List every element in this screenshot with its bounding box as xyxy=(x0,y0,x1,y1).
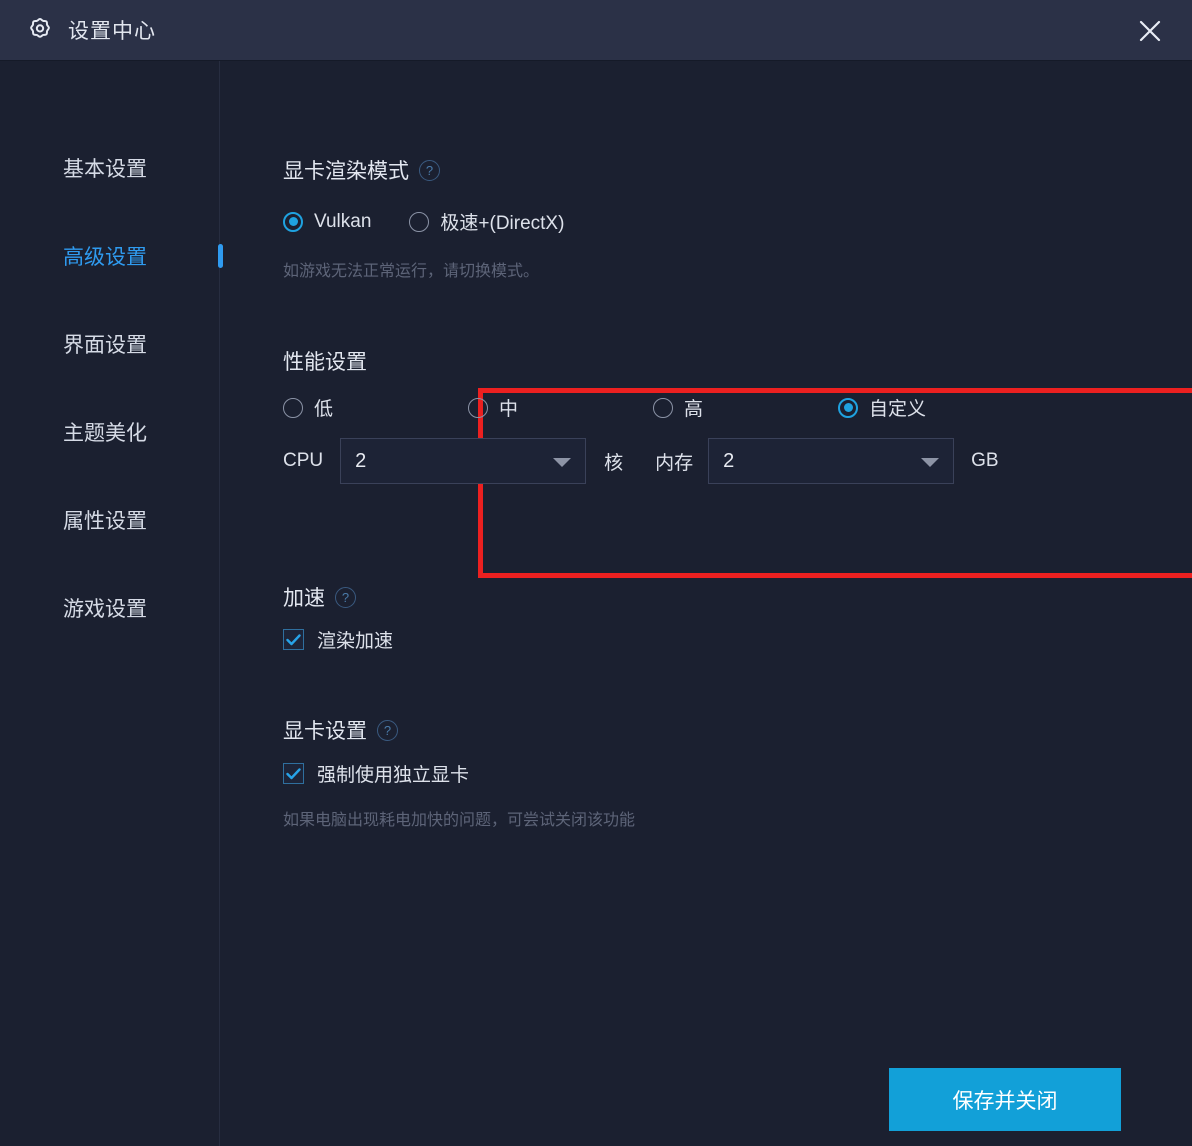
acceleration-title: 加速 ? xyxy=(283,582,356,612)
content-panel: 显卡渲染模式 ? Vulkan 极速+(DirectX) 如游戏无法正常运行，请… xyxy=(220,61,1192,1146)
help-icon[interactable]: ? xyxy=(419,159,440,181)
radio-icon xyxy=(653,397,673,418)
radio-icon xyxy=(283,397,303,418)
sidebar-item-properties[interactable]: 属性设置 xyxy=(0,499,220,541)
sidebar: 基本设置 高级设置 界面设置 主题美化 属性设置 游戏设置 xyxy=(0,61,223,1146)
cpu-core-value: 2 xyxy=(355,449,367,472)
sidebar-item-label: 属性设置 xyxy=(63,510,147,533)
checkbox-icon xyxy=(283,763,304,784)
check-icon xyxy=(286,767,301,779)
radio-option-low[interactable]: 低 xyxy=(283,394,333,421)
checkbox-icon xyxy=(283,629,304,650)
sidebar-item-label: 游戏设置 xyxy=(63,598,147,621)
sidebar-item-basic[interactable]: 基本设置 xyxy=(0,147,220,189)
app-title: 设置中心 xyxy=(68,20,156,43)
render-mode-hint: 如游戏无法正常运行，请切换模式。 xyxy=(283,263,540,280)
render-mode-title: 显卡渲染模式 ? xyxy=(283,155,440,185)
graphics-hint: 如果电脑出现耗电加快的问题，可尝试关闭该功能 xyxy=(283,812,636,829)
radio-option-vulkan[interactable]: Vulkan xyxy=(283,211,371,233)
checkbox-label: 渲染加速 xyxy=(317,631,394,652)
memory-label: 内存 xyxy=(655,452,694,474)
radio-icon xyxy=(283,211,303,232)
radio-label: Vulkan xyxy=(314,210,372,232)
help-icon[interactable]: ? xyxy=(377,719,398,741)
render-mode-radio-group: Vulkan 极速+(DirectX) xyxy=(283,208,564,235)
radio-label: 中 xyxy=(499,399,519,420)
help-icon[interactable]: ? xyxy=(335,586,356,608)
radio-icon xyxy=(409,211,430,232)
memory-size-value: 2 xyxy=(723,449,735,472)
sidebar-item-label: 主题美化 xyxy=(63,422,147,445)
radio-label: 极速+(DirectX) xyxy=(440,213,565,234)
radio-icon xyxy=(468,397,488,418)
radio-icon xyxy=(838,397,858,418)
settings-body: 基本设置 高级设置 界面设置 主题美化 属性设置 游戏设置 显卡渲染模式 ? V xyxy=(0,61,1192,1146)
cpu-unit-label: 核 xyxy=(604,452,624,474)
sidebar-item-advanced[interactable]: 高级设置 xyxy=(0,235,223,277)
checkbox-render-acceleration[interactable]: 渲染加速 xyxy=(283,626,393,653)
resource-allocation-row: CPU 2 核 内存 2 GB xyxy=(283,438,999,484)
cpu-core-dropdown[interactable]: 2 xyxy=(340,438,587,484)
chevron-down-icon xyxy=(921,458,940,467)
gear-icon xyxy=(0,16,54,44)
radio-label: 高 xyxy=(684,399,704,420)
sidebar-item-label: 界面设置 xyxy=(63,334,147,357)
graphics-title: 显卡设置 ? xyxy=(283,715,398,745)
chevron-down-icon xyxy=(553,458,572,467)
sidebar-item-interface[interactable]: 界面设置 xyxy=(0,323,220,365)
radio-option-directx[interactable]: 极速+(DirectX) xyxy=(409,208,564,235)
checkbox-label: 强制使用独立显卡 xyxy=(317,765,470,786)
radio-option-custom[interactable]: 自定义 xyxy=(838,394,926,421)
save-and-close-button[interactable]: 保存并关闭 xyxy=(889,1068,1121,1131)
render-mode-label: 显卡渲染模式 xyxy=(283,160,409,183)
memory-size-dropdown[interactable]: 2 xyxy=(708,438,955,484)
checkbox-force-discrete-gpu[interactable]: 强制使用独立显卡 xyxy=(283,760,469,787)
sidebar-item-label: 高级设置 xyxy=(63,246,147,269)
radio-label: 低 xyxy=(314,399,334,420)
check-icon xyxy=(286,633,301,645)
graphics-label: 显卡设置 xyxy=(283,720,367,743)
close-button[interactable] xyxy=(1128,10,1172,52)
performance-title: 性能设置 xyxy=(283,351,367,374)
sidebar-item-theme[interactable]: 主题美化 xyxy=(0,411,220,453)
radio-option-medium[interactable]: 中 xyxy=(468,394,518,421)
sidebar-item-label: 基本设置 xyxy=(63,158,147,181)
title-bar: 设置中心 xyxy=(0,0,1192,61)
radio-option-high[interactable]: 高 xyxy=(653,394,703,421)
acceleration-label: 加速 xyxy=(283,587,325,610)
sidebar-item-game[interactable]: 游戏设置 xyxy=(0,587,220,629)
close-icon xyxy=(1139,20,1161,42)
cpu-label: CPU xyxy=(283,450,324,471)
memory-unit-label: GB xyxy=(971,450,999,471)
radio-label: 自定义 xyxy=(869,399,927,420)
